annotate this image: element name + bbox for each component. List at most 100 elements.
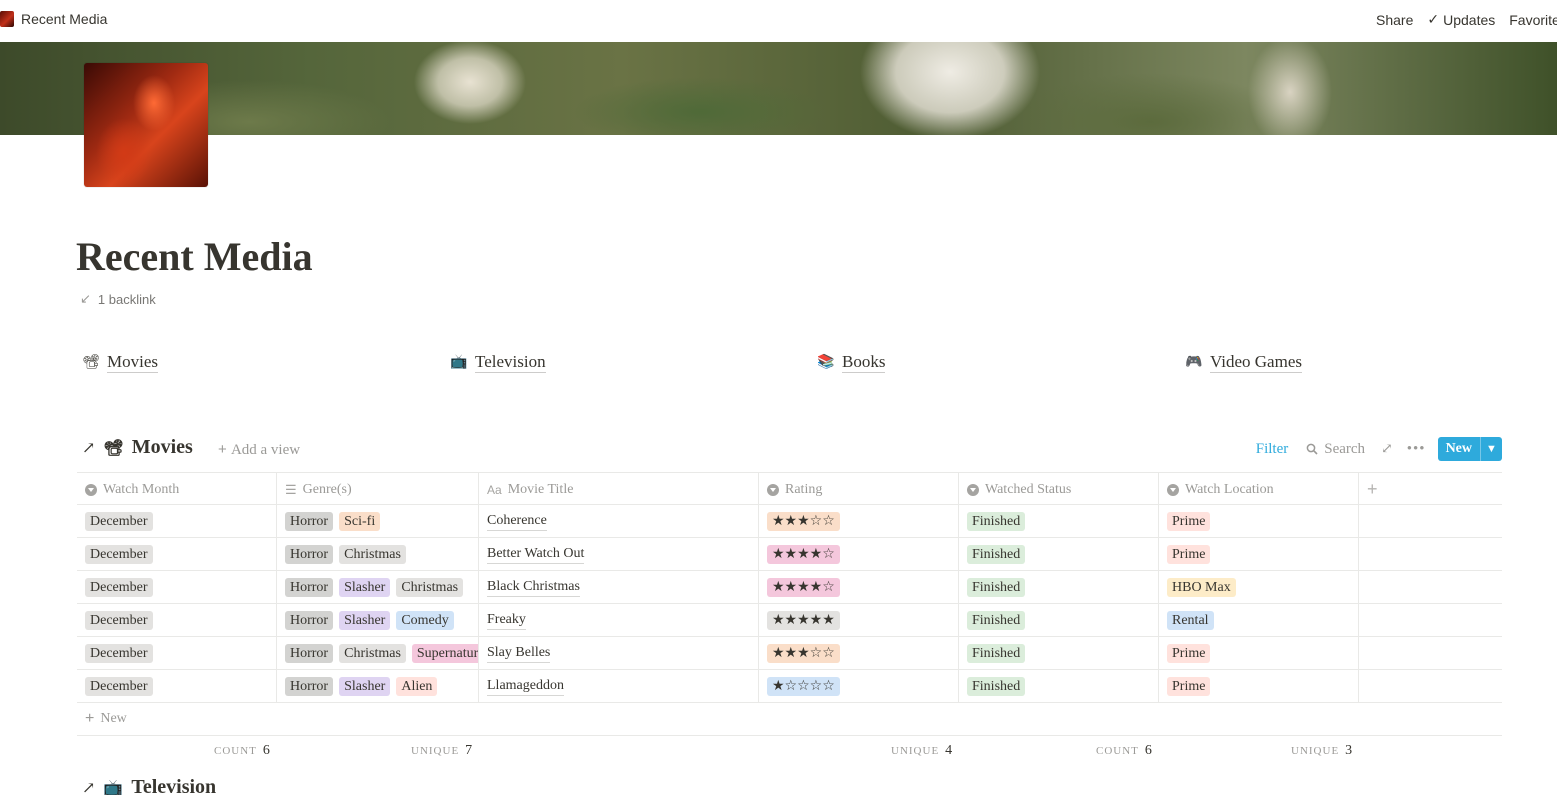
table-row[interactable]: December Horror Slasher Christmas Black Ch… bbox=[77, 571, 1502, 604]
calc-rating[interactable]: UNIQUE 4 bbox=[891, 743, 952, 759]
column-header-watch-month[interactable]: Watch Month bbox=[77, 473, 277, 506]
cell-genres[interactable]: Horror Sci-fi bbox=[277, 505, 479, 538]
cell-genres[interactable]: Horror Christmas Supernatural bbox=[277, 637, 479, 670]
updates-button[interactable]: ✓ Updates bbox=[1427, 11, 1495, 28]
page-title[interactable]: Recent Media bbox=[76, 232, 313, 282]
cell-watched-status[interactable]: Finished bbox=[959, 604, 1159, 637]
add-column-button[interactable]: + bbox=[1359, 473, 1502, 506]
share-button[interactable]: Share bbox=[1376, 12, 1413, 28]
cell-watch-location[interactable]: Prime bbox=[1159, 670, 1359, 703]
link-television[interactable]: 📺 Television bbox=[450, 352, 546, 373]
calc-value: 6 bbox=[262, 743, 270, 758]
movie-title[interactable]: Black Christmas bbox=[487, 578, 580, 597]
calc-genres[interactable]: UNIQUE 7 bbox=[411, 743, 472, 759]
cell-rating[interactable]: ★★★★★ bbox=[759, 604, 959, 637]
movie-camera-icon: 📽 bbox=[82, 355, 100, 370]
calc-watch-location[interactable]: UNIQUE 3 bbox=[1291, 743, 1352, 759]
table-row[interactable]: December Horror Slasher Alien Llamageddon … bbox=[77, 670, 1502, 703]
link-video-games[interactable]: 🎮 Video Games bbox=[1185, 352, 1302, 373]
cell-movie-title[interactable]: Slay Belles bbox=[479, 637, 759, 670]
table-header-row: Watch Month ☰ Genre(s) Aa Movie Title Rati… bbox=[77, 472, 1502, 506]
cell-movie-title[interactable]: Black Christmas bbox=[479, 571, 759, 604]
cell-watch-location[interactable]: HBO Max bbox=[1159, 571, 1359, 604]
backlink-arrow-icon: ↙ bbox=[80, 291, 91, 306]
cell-watched-status[interactable]: Finished bbox=[959, 670, 1159, 703]
add-view-button[interactable]: + Add a view bbox=[218, 441, 300, 459]
cell-empty bbox=[1359, 604, 1502, 637]
cell-movie-title[interactable]: Llamageddon bbox=[479, 670, 759, 703]
favorite-button[interactable]: Favorite bbox=[1509, 12, 1557, 28]
table-row[interactable]: December Horror Sci-fi Coherence ★★★☆☆ Fi… bbox=[77, 505, 1502, 538]
link-movies[interactable]: 📽 Movies bbox=[82, 352, 158, 373]
cell-watch-location[interactable]: Rental bbox=[1159, 604, 1359, 637]
open-arrow-icon[interactable]: ↗ bbox=[82, 778, 95, 795]
add-new-row-button[interactable]: + New bbox=[77, 703, 1502, 736]
page-icon-image[interactable] bbox=[84, 63, 208, 187]
cell-watched-status[interactable]: Finished bbox=[959, 505, 1159, 538]
cell-watch-location[interactable]: Prime bbox=[1159, 505, 1359, 538]
cell-watch-location[interactable]: Prime bbox=[1159, 538, 1359, 571]
status-tag: Finished bbox=[967, 677, 1026, 696]
cell-watch-month[interactable]: December bbox=[77, 637, 277, 670]
cell-watch-month[interactable]: December bbox=[77, 604, 277, 637]
column-header-watch-location[interactable]: Watch Location bbox=[1159, 473, 1359, 506]
search-button[interactable]: Search bbox=[1306, 441, 1365, 458]
link-books[interactable]: 📚 Books bbox=[817, 352, 886, 373]
cell-watch-month[interactable]: December bbox=[77, 538, 277, 571]
rating-tag: ★★★☆☆ bbox=[767, 644, 840, 663]
cell-watch-month[interactable]: December bbox=[77, 670, 277, 703]
add-view-label: Add a view bbox=[230, 442, 301, 458]
cell-watched-status[interactable]: Finished bbox=[959, 637, 1159, 670]
movie-title[interactable]: Llamageddon bbox=[487, 677, 564, 696]
genre-tag: Sci-fi bbox=[339, 512, 381, 531]
column-header-watched-status[interactable]: Watched Status bbox=[959, 473, 1159, 506]
cell-watch-month[interactable]: December bbox=[77, 571, 277, 604]
more-options-icon[interactable]: ••• bbox=[1407, 441, 1426, 458]
expand-icon[interactable]: ⤢ bbox=[1381, 441, 1393, 458]
table-row[interactable]: December Horror Christmas Supernatural Sla… bbox=[77, 637, 1502, 670]
breadcrumb[interactable]: Recent Media bbox=[0, 11, 107, 27]
movies-db-title[interactable]: ↗ 📽 Movies bbox=[82, 436, 193, 459]
cell-genres[interactable]: Horror Slasher Alien bbox=[277, 670, 479, 703]
cell-empty bbox=[1359, 505, 1502, 538]
cell-rating[interactable]: ★☆☆☆☆ bbox=[759, 670, 959, 703]
calc-watched-status[interactable]: COUNT 6 bbox=[1096, 743, 1152, 759]
television-db-title[interactable]: ↗ 📺 Television bbox=[82, 776, 216, 795]
movie-title[interactable]: Coherence bbox=[487, 512, 547, 531]
cell-rating[interactable]: ★★★☆☆ bbox=[759, 637, 959, 670]
calc-watch-month[interactable]: COUNT 6 bbox=[214, 743, 270, 759]
backlink[interactable]: ↙ 1 backlink bbox=[80, 291, 156, 307]
cell-genres[interactable]: Horror Slasher Comedy bbox=[277, 604, 479, 637]
cell-watched-status[interactable]: Finished bbox=[959, 571, 1159, 604]
link-books-label: Books bbox=[842, 352, 886, 373]
column-label: Watch Month bbox=[103, 481, 180, 497]
cell-watch-location[interactable]: Prime bbox=[1159, 637, 1359, 670]
open-arrow-icon[interactable]: ↗ bbox=[82, 438, 95, 458]
cell-movie-title[interactable]: Coherence bbox=[479, 505, 759, 538]
column-header-genres[interactable]: ☰ Genre(s) bbox=[277, 473, 479, 506]
cell-watch-month[interactable]: December bbox=[77, 505, 277, 538]
cell-movie-title[interactable]: Freaky bbox=[479, 604, 759, 637]
table-row[interactable]: December Horror Slasher Comedy Freaky ★★★★… bbox=[77, 604, 1502, 637]
cell-rating[interactable]: ★★★☆☆ bbox=[759, 505, 959, 538]
movie-title[interactable]: Freaky bbox=[487, 611, 526, 630]
page-cover-image[interactable] bbox=[0, 42, 1557, 135]
title-property-icon: Aa bbox=[487, 482, 502, 497]
table-row[interactable]: December Horror Christmas Better Watch Ou… bbox=[77, 538, 1502, 571]
month-tag: December bbox=[85, 677, 153, 696]
cell-rating[interactable]: ★★★★☆ bbox=[759, 538, 959, 571]
movie-title[interactable]: Better Watch Out bbox=[487, 545, 585, 564]
calc-value: 4 bbox=[945, 743, 953, 758]
cell-watched-status[interactable]: Finished bbox=[959, 538, 1159, 571]
new-record-button[interactable]: New ▼ bbox=[1437, 437, 1502, 461]
cell-genres[interactable]: Horror Christmas bbox=[277, 538, 479, 571]
cell-rating[interactable]: ★★★★☆ bbox=[759, 571, 959, 604]
column-header-rating[interactable]: Rating bbox=[759, 473, 959, 506]
column-header-movie-title[interactable]: Aa Movie Title bbox=[479, 473, 759, 506]
cell-genres[interactable]: Horror Slasher Christmas bbox=[277, 571, 479, 604]
movie-title[interactable]: Slay Belles bbox=[487, 644, 551, 663]
chevron-down-icon[interactable]: ▼ bbox=[1480, 437, 1502, 461]
filter-button[interactable]: Filter bbox=[1256, 441, 1289, 458]
cell-movie-title[interactable]: Better Watch Out bbox=[479, 538, 759, 571]
genre-tag: Slasher bbox=[339, 611, 391, 630]
